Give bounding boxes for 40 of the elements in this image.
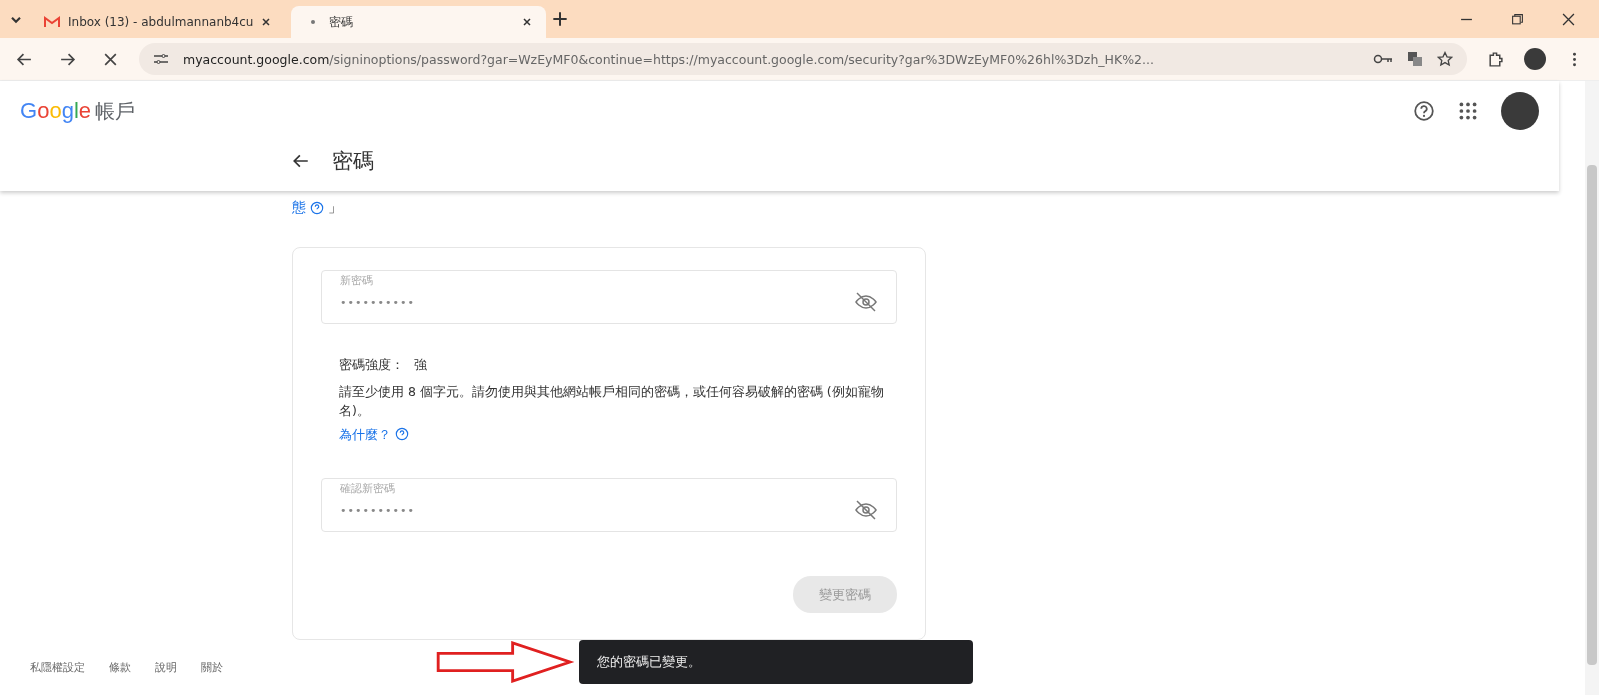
back-arrow-icon[interactable] bbox=[292, 152, 310, 170]
password-field[interactable]: 確認新密碼 •••••••••• bbox=[321, 478, 897, 533]
footer-link[interactable]: 條款 bbox=[109, 660, 131, 675]
tab-title: Inbox (13) - abdulmannanb4cu bbox=[68, 15, 253, 29]
star-icon[interactable] bbox=[1437, 51, 1453, 67]
field-value: •••••••••• bbox=[340, 503, 416, 517]
strength-label: 密碼強度： bbox=[339, 356, 404, 374]
account-avatar[interactable] bbox=[1501, 92, 1539, 130]
tab-title: 密碼 bbox=[329, 13, 354, 31]
field-value: •••••••••• bbox=[340, 295, 416, 309]
eye-off-icon[interactable] bbox=[854, 290, 878, 314]
address-bar[interactable]: myaccount.google.com/signinoptions/password?gar=WzEyMF0&continue=https://myaccount.google.com/security?gar%3DWzEyMF0%26hl%3Dzh_HK%2... bbox=[139, 43, 1467, 75]
help-icon[interactable] bbox=[1413, 100, 1435, 122]
profile-avatar[interactable] bbox=[1524, 48, 1546, 70]
browser-tab[interactable]: Inbox (13) - abdulmannanb4cu bbox=[30, 6, 285, 38]
why-link[interactable]: 為什麼？ bbox=[339, 424, 391, 445]
password-field[interactable]: 新密碼 •••••••••• bbox=[321, 270, 897, 324]
google-logo[interactable]: Google bbox=[20, 98, 91, 124]
help-icon[interactable] bbox=[395, 427, 409, 442]
product-name: 帳戶 bbox=[95, 97, 135, 125]
site-settings-icon[interactable] bbox=[153, 51, 169, 67]
help-icon[interactable] bbox=[310, 201, 324, 215]
closing-quote: 」 bbox=[328, 199, 342, 217]
close-icon[interactable] bbox=[522, 17, 532, 27]
footer-link[interactable]: 關於 bbox=[201, 660, 223, 675]
loading-icon bbox=[311, 20, 315, 24]
mail-icon bbox=[44, 16, 60, 28]
strength-value: 強 bbox=[414, 356, 427, 374]
plus-icon[interactable] bbox=[552, 11, 568, 27]
page-title: 密碼 bbox=[332, 148, 374, 175]
footer-link[interactable]: 說明 bbox=[155, 660, 177, 675]
url-text: myaccount.google.com/signinoptions/password?gar=WzEyMF0&continue=https://myaccount.google.com/security?gar%3DWzEyMF0%26hl%3Dzh_HK%2... bbox=[183, 51, 1155, 67]
close-icon[interactable] bbox=[261, 17, 271, 27]
password-hint: 請至少使用 8 個字元。請勿使用與其他網站帳戶相同的密碼，或任何容易破解的密碼 (例如寵物名)。 bbox=[339, 383, 885, 421]
snackbar-message: 您的密碼已變更。 bbox=[597, 653, 701, 672]
learn-more-link[interactable]: 態 bbox=[292, 199, 306, 217]
browser-tab[interactable]: 密碼 bbox=[291, 6, 546, 38]
footer-link[interactable]: 私隱權設定 bbox=[30, 660, 85, 675]
scrollbar[interactable] bbox=[1585, 81, 1599, 695]
apps-grid-icon[interactable] bbox=[1457, 100, 1479, 122]
